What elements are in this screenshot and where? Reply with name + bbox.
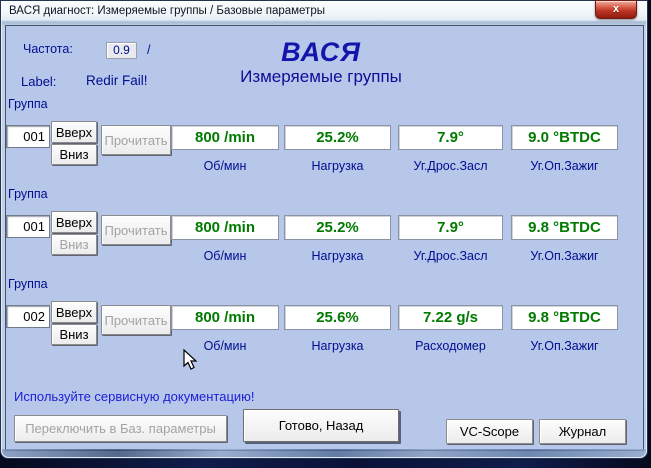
unit-label: Уг.Оп.Зажиг	[511, 159, 618, 173]
window-title: ВАСЯ диагност: Измеряемые группы / Базов…	[9, 5, 325, 17]
app-window: ВАСЯ диагност: Измеряемые группы / Базов…	[0, 0, 648, 459]
value-field: 9.0 °BTDC	[511, 125, 618, 150]
value-field: 7.9°	[398, 215, 503, 240]
measuring-group-block-3: Группа Вверх Вниз Прочитать 800 /min 25.…	[6, 277, 645, 367]
value-field: 800 /min	[171, 125, 279, 150]
window-frame-glass	[2, 449, 646, 457]
value-field: 800 /min	[171, 215, 279, 240]
unit-label: Нагрузка	[284, 159, 391, 173]
group-up-button[interactable]: Вверх	[51, 301, 97, 323]
frequency-value-box: 0.9	[106, 42, 137, 59]
value-field: 800 /min	[171, 305, 279, 330]
value-field: 7.22 g/s	[398, 305, 503, 330]
group-label: Группа	[8, 277, 48, 291]
value-field: 9.8 °BTDC	[511, 305, 618, 330]
measuring-group-block-1: Группа Вверх Вниз Прочитать 800 /min 25.…	[6, 97, 645, 187]
unit-label: Расходомер	[398, 339, 503, 353]
group-up-button[interactable]: Вверх	[51, 121, 97, 143]
group-down-button[interactable]: Вниз	[51, 144, 97, 165]
mouse-cursor-icon	[183, 349, 199, 373]
value-field: 9.8 °BTDC	[511, 215, 618, 240]
frequency-label: Частота:	[23, 42, 73, 56]
unit-label: Уг.Оп.Зажиг	[511, 339, 618, 353]
group-read-button[interactable]: Прочитать	[101, 215, 171, 245]
group-number-input[interactable]	[6, 125, 50, 148]
title-bar: ВАСЯ диагност: Измеряемые группы / Базов…	[1, 1, 647, 22]
log-button[interactable]: Журнал	[539, 419, 626, 444]
group-down-button[interactable]: Вниз	[51, 324, 97, 345]
unit-label: Об/мин	[171, 249, 279, 263]
close-button[interactable]: x	[595, 0, 637, 19]
unit-label: Об/мин	[171, 159, 279, 173]
unit-label: Нагрузка	[284, 249, 391, 263]
page-subtitle: Измеряемые группы	[146, 67, 496, 87]
group-read-button[interactable]: Прочитать	[101, 125, 171, 155]
value-field: 25.2%	[284, 125, 391, 150]
group-label: Группа	[8, 97, 48, 111]
vc-scope-button[interactable]: VC-Scope	[446, 419, 533, 444]
group-number-input[interactable]	[6, 215, 50, 238]
app-logo-title: ВАСЯ	[176, 37, 466, 68]
unit-label: Уг.Дрос.Засл	[398, 159, 503, 173]
value-field: 25.6%	[284, 305, 391, 330]
group-label: Группа	[8, 187, 48, 201]
unit-label: Уг.Дрос.Засл	[398, 249, 503, 263]
value-field: 25.2%	[284, 215, 391, 240]
frequency-suffix: /	[147, 43, 150, 57]
group-number-input[interactable]	[6, 305, 50, 328]
unit-label: Уг.Оп.Зажиг	[511, 249, 618, 263]
service-doc-hint: Используйте сервисную документацию!	[14, 389, 255, 404]
value-field: 7.9°	[398, 125, 503, 150]
group-down-button[interactable]: Вниз	[51, 234, 97, 255]
close-icon: x	[613, 3, 619, 15]
unit-label: Нагрузка	[284, 339, 391, 353]
group-up-button[interactable]: Вверх	[51, 211, 97, 233]
label-value: Redir Fail!	[86, 73, 148, 88]
label-caption: Label:	[21, 74, 56, 89]
done-back-button[interactable]: Готово, Назад	[243, 409, 399, 442]
switch-basic-settings-button[interactable]: Переключить в Баз. параметры	[14, 415, 227, 442]
measuring-group-block-2: Группа Вверх Вниз Прочитать 800 /min 25.…	[6, 187, 645, 277]
group-read-button[interactable]: Прочитать	[101, 305, 171, 335]
client-area: Частота: 0.9 / Label: Redir Fail! ВАСЯ И…	[5, 25, 644, 451]
